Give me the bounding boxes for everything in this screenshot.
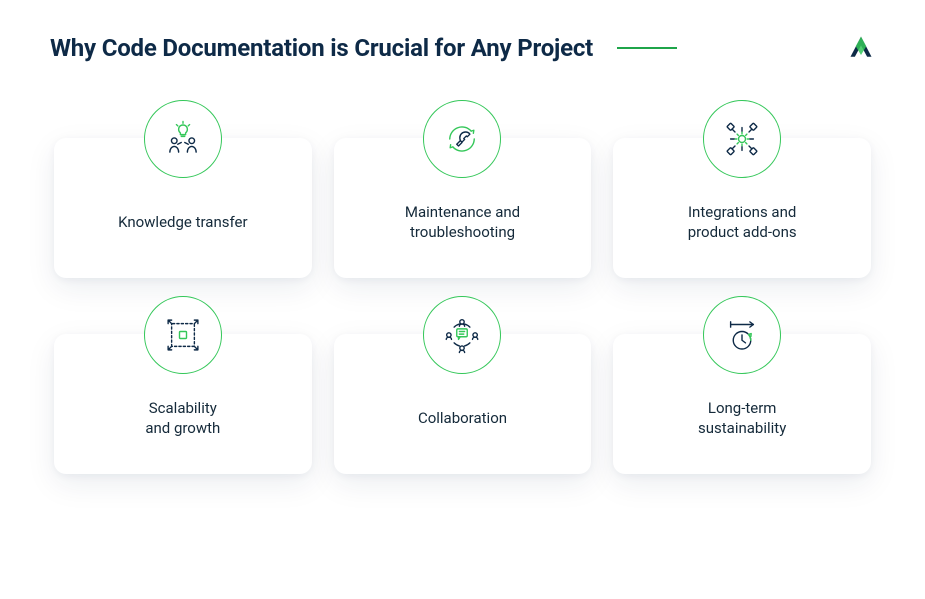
card-sustainability: Long-term sustainability (613, 296, 871, 474)
card-scalability: Scalability and growth (54, 296, 312, 474)
gears-network-icon (703, 100, 781, 178)
title-divider (617, 47, 677, 49)
chat-group-icon (423, 296, 501, 374)
card-integrations: Integrations and product add-ons (613, 100, 871, 278)
card-knowledge-transfer: Knowledge transfer (54, 100, 312, 278)
expand-frame-icon (144, 296, 222, 374)
people-idea-icon (144, 100, 222, 178)
card-label: Maintenance and troubleshooting (405, 202, 520, 243)
header: Why Code Documentation is Crucial for An… (50, 34, 875, 62)
card-label: Scalability and growth (145, 398, 220, 439)
card-label: Long-term sustainability (698, 398, 786, 439)
page-title: Why Code Documentation is Crucial for An… (50, 34, 593, 62)
clock-arrow-icon (703, 296, 781, 374)
wrench-cycle-icon (423, 100, 501, 178)
card-label: Collaboration (418, 408, 507, 428)
card-label: Integrations and product add-ons (688, 202, 797, 243)
cards-grid: Knowledge transfer Maintenance and troub… (50, 100, 875, 474)
card-collaboration: Collaboration (334, 296, 592, 474)
card-maintenance: Maintenance and troubleshooting (334, 100, 592, 278)
brand-logo-icon (847, 34, 875, 62)
card-label: Knowledge transfer (118, 212, 247, 232)
